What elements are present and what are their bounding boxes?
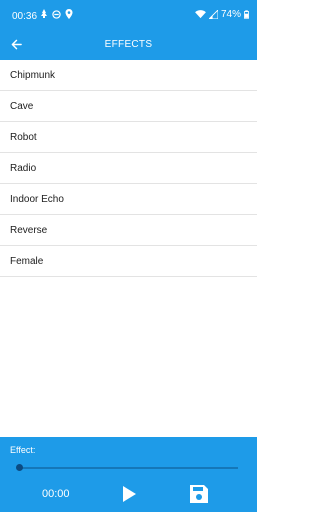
signal-icon bbox=[208, 10, 218, 19]
save-button[interactable] bbox=[188, 483, 210, 505]
seek-bar[interactable] bbox=[16, 464, 238, 471]
effect-item-chipmunk[interactable]: Chipmunk bbox=[0, 60, 257, 91]
effect-label: Radio bbox=[10, 162, 37, 174]
location-icon bbox=[65, 9, 73, 19]
effect-item-robot[interactable]: Robot bbox=[0, 122, 257, 153]
effect-status-label: Effect: bbox=[10, 445, 36, 455]
effect-item-cave[interactable]: Cave bbox=[0, 91, 257, 122]
seek-thumb[interactable] bbox=[16, 464, 23, 471]
save-icon bbox=[188, 485, 210, 509]
effect-item-radio[interactable]: Radio bbox=[0, 153, 257, 184]
effect-label: Female bbox=[10, 255, 44, 267]
play-icon bbox=[118, 486, 140, 509]
effect-label: Chipmunk bbox=[10, 69, 56, 81]
battery-icon bbox=[244, 10, 249, 19]
toolbar: EFFECTS bbox=[0, 32, 257, 60]
effect-label: Indoor Echo bbox=[10, 193, 64, 205]
player-panel: Effect: 00:00 bbox=[0, 437, 257, 512]
effect-label: Reverse bbox=[10, 224, 48, 236]
effect-label: Cave bbox=[10, 100, 34, 112]
notification-icon bbox=[40, 9, 48, 19]
effect-item-indoor-echo[interactable]: Indoor Echo bbox=[0, 184, 257, 215]
effect-item-female[interactable]: Female bbox=[0, 246, 257, 277]
play-button[interactable] bbox=[118, 483, 140, 505]
battery-text: 74% bbox=[220, 9, 241, 20]
status-time: 00:36 bbox=[12, 11, 38, 22]
page-title: EFFECTS bbox=[104, 39, 153, 50]
effects-list: Chipmunk Cave Robot Radio Indoor Echo Re… bbox=[0, 60, 257, 277]
wifi-icon bbox=[195, 10, 206, 19]
do-not-disturb-icon bbox=[52, 9, 61, 19]
status-bar: 00:36 74% bbox=[0, 0, 257, 32]
effect-item-reverse[interactable]: Reverse bbox=[0, 215, 257, 246]
effect-label: Robot bbox=[10, 131, 37, 143]
playback-time: 00:00 bbox=[42, 488, 70, 500]
